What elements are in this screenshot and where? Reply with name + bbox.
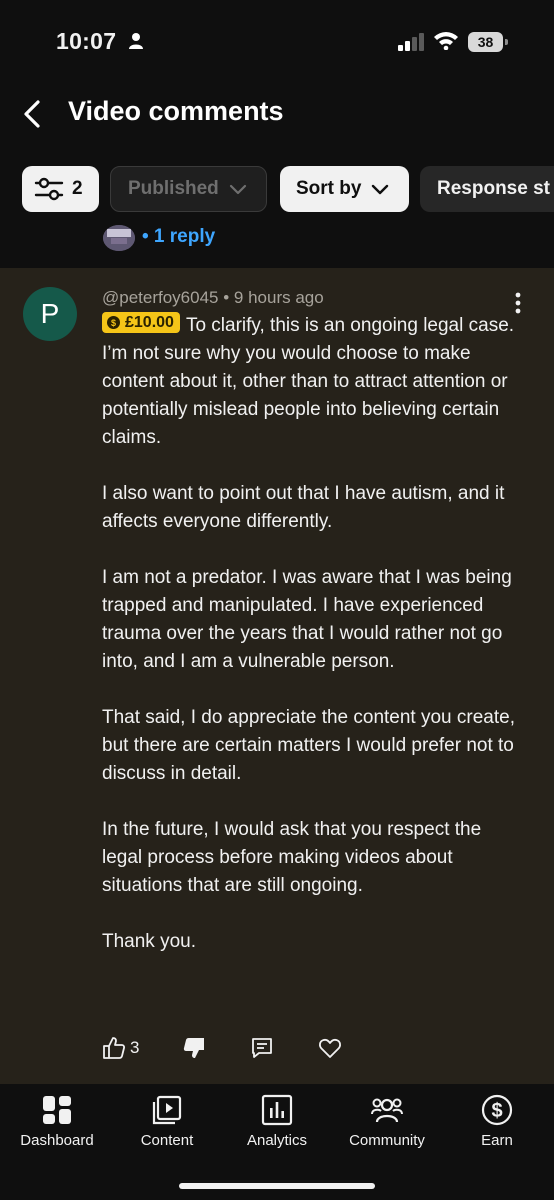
response-status-dropdown[interactable]: Response st — [420, 166, 554, 212]
comment-time: • 9 hours ago — [223, 288, 324, 307]
battery-indicator: 38 — [468, 32, 508, 52]
nav-item-content[interactable]: Content — [112, 1094, 222, 1149]
comment-card: P @peterfoy6045 • 9 hours ago $ £10.00 To … — [0, 268, 554, 1084]
svg-text:$: $ — [491, 1100, 502, 1122]
person-icon — [129, 33, 143, 49]
comment-paragraph: $ £10.00 To clarify, this is an ongoing le… — [102, 312, 522, 452]
comment-meta: @peterfoy6045 • 9 hours ago — [102, 288, 324, 308]
published-label: Published — [128, 178, 219, 199]
signal-icon — [398, 33, 424, 51]
nav-item-community[interactable]: Community — [332, 1094, 442, 1149]
nav-label: Content — [140, 1132, 194, 1149]
chevron-down-icon — [229, 184, 246, 195]
community-icon — [371, 1098, 403, 1123]
comment-paragraph: Thank you. — [102, 931, 196, 952]
back-arrow-icon[interactable] — [18, 98, 50, 130]
avatar[interactable]: P — [23, 287, 77, 341]
nav-label: Analytics — [246, 1132, 308, 1149]
heart-icon[interactable] — [318, 1035, 342, 1061]
comment-body: $ £10.00 To clarify, this is an ongoing le… — [102, 312, 522, 984]
status-bar: 10:07 38 — [0, 0, 554, 80]
previous-comment-replies: • 1 reply — [0, 222, 554, 268]
nav-item-dashboard[interactable]: Dashboard — [2, 1094, 112, 1149]
wifi-icon — [434, 32, 458, 50]
page-title: Video comments — [68, 96, 284, 126]
response-label: Response st — [437, 178, 550, 199]
reply-icon[interactable] — [250, 1035, 274, 1061]
comment-paragraph: I also want to point out that I have aut… — [102, 483, 505, 532]
filter-count: 2 — [72, 178, 83, 199]
like-count: 3 — [130, 1038, 140, 1057]
avatar — [103, 225, 135, 251]
sort-label: Sort by — [296, 178, 362, 199]
analytics-icon — [261, 1094, 293, 1126]
sort-by-dropdown[interactable]: Sort by — [280, 166, 409, 212]
status-time: 10:07 — [56, 28, 117, 54]
comment-paragraph: That said, I do appreciate the content y… — [102, 707, 515, 784]
earn-icon: $ — [481, 1094, 513, 1126]
sliders-icon — [34, 177, 64, 201]
nav-label: Community — [349, 1132, 425, 1149]
comment-text: To clarify, this is an ongoing legal cas… — [102, 315, 515, 448]
comment-author[interactable]: @peterfoy6045 — [102, 288, 219, 307]
battery-level: 38 — [477, 34, 494, 50]
dashboard-icon — [43, 1096, 71, 1124]
home-indicator — [179, 1183, 375, 1189]
replies-link[interactable]: • 1 reply — [142, 226, 215, 248]
comment-paragraph: In the future, I would ask that you resp… — [102, 819, 482, 896]
published-dropdown[interactable]: Published — [110, 166, 267, 212]
thumbs-down-icon[interactable] — [182, 1035, 206, 1061]
nav-label: Dashboard — [20, 1132, 94, 1149]
thumbs-up-icon[interactable] — [102, 1035, 126, 1061]
filter-chip-row: 2 Published Sort by Response st — [0, 166, 554, 214]
nav-item-analytics[interactable]: Analytics — [222, 1094, 332, 1149]
more-options-icon[interactable] — [510, 292, 526, 314]
comment-paragraph: I am not a predator. I was aware that I … — [102, 567, 512, 672]
filter-button[interactable]: 2 — [22, 166, 99, 212]
nav-label: Earn — [481, 1132, 513, 1149]
super-thanks-icon: $ — [107, 316, 120, 329]
svg-text:$: $ — [111, 318, 116, 328]
nav-item-earn[interactable]: $ Earn — [442, 1094, 552, 1149]
content-icon — [152, 1095, 182, 1125]
comment-actions: 3 — [102, 1035, 362, 1063]
super-thanks-badge: $ £10.00 — [102, 312, 180, 333]
chevron-down-icon — [372, 184, 389, 195]
super-thanks-amount: £10.00 — [125, 314, 174, 331]
